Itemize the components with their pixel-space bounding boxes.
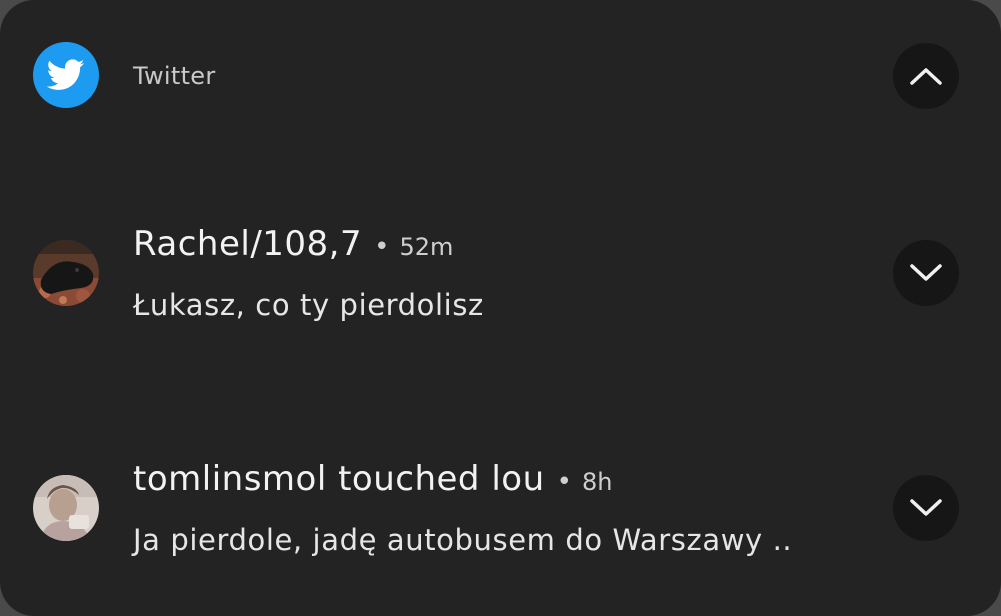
notification-group: Twitter Rachel/108,7 • 52m Łukasz, co ty…: [0, 0, 1001, 616]
timestamp: 52m: [399, 233, 454, 261]
app-name: Twitter: [133, 62, 216, 90]
sender-name: tomlinsmol touched lou: [133, 459, 545, 499]
notification-header: Rachel/108,7 • 52m: [133, 224, 453, 264]
chevron-down-icon: [910, 264, 942, 281]
avatar: [33, 240, 99, 306]
separator-dot: •: [374, 232, 390, 262]
message-text: Ja pierdole, jadę autobusem do Warszawy …: [133, 523, 793, 557]
notification-item[interactable]: Rachel/108,7 • 52m Łukasz, co ty pierdol…: [0, 210, 1001, 340]
sender-name: Rachel/108,7: [133, 224, 363, 264]
app-header[interactable]: Twitter: [0, 0, 1001, 160]
message-text: Łukasz, co ty pierdolisz: [133, 288, 484, 322]
timestamp: 8h: [581, 468, 613, 496]
expand-button[interactable]: [893, 475, 959, 541]
chevron-down-icon: [910, 499, 942, 516]
notification-header: tomlinsmol touched lou • 8h: [133, 459, 612, 499]
separator-dot: •: [556, 467, 572, 497]
avatar: [33, 475, 99, 541]
notification-item[interactable]: tomlinsmol touched lou • 8h Ja pierdole,…: [0, 445, 1001, 575]
expand-button[interactable]: [893, 240, 959, 306]
twitter-bird-icon: [33, 42, 99, 108]
collapse-button[interactable]: [893, 43, 959, 109]
chevron-up-icon: [910, 68, 942, 85]
